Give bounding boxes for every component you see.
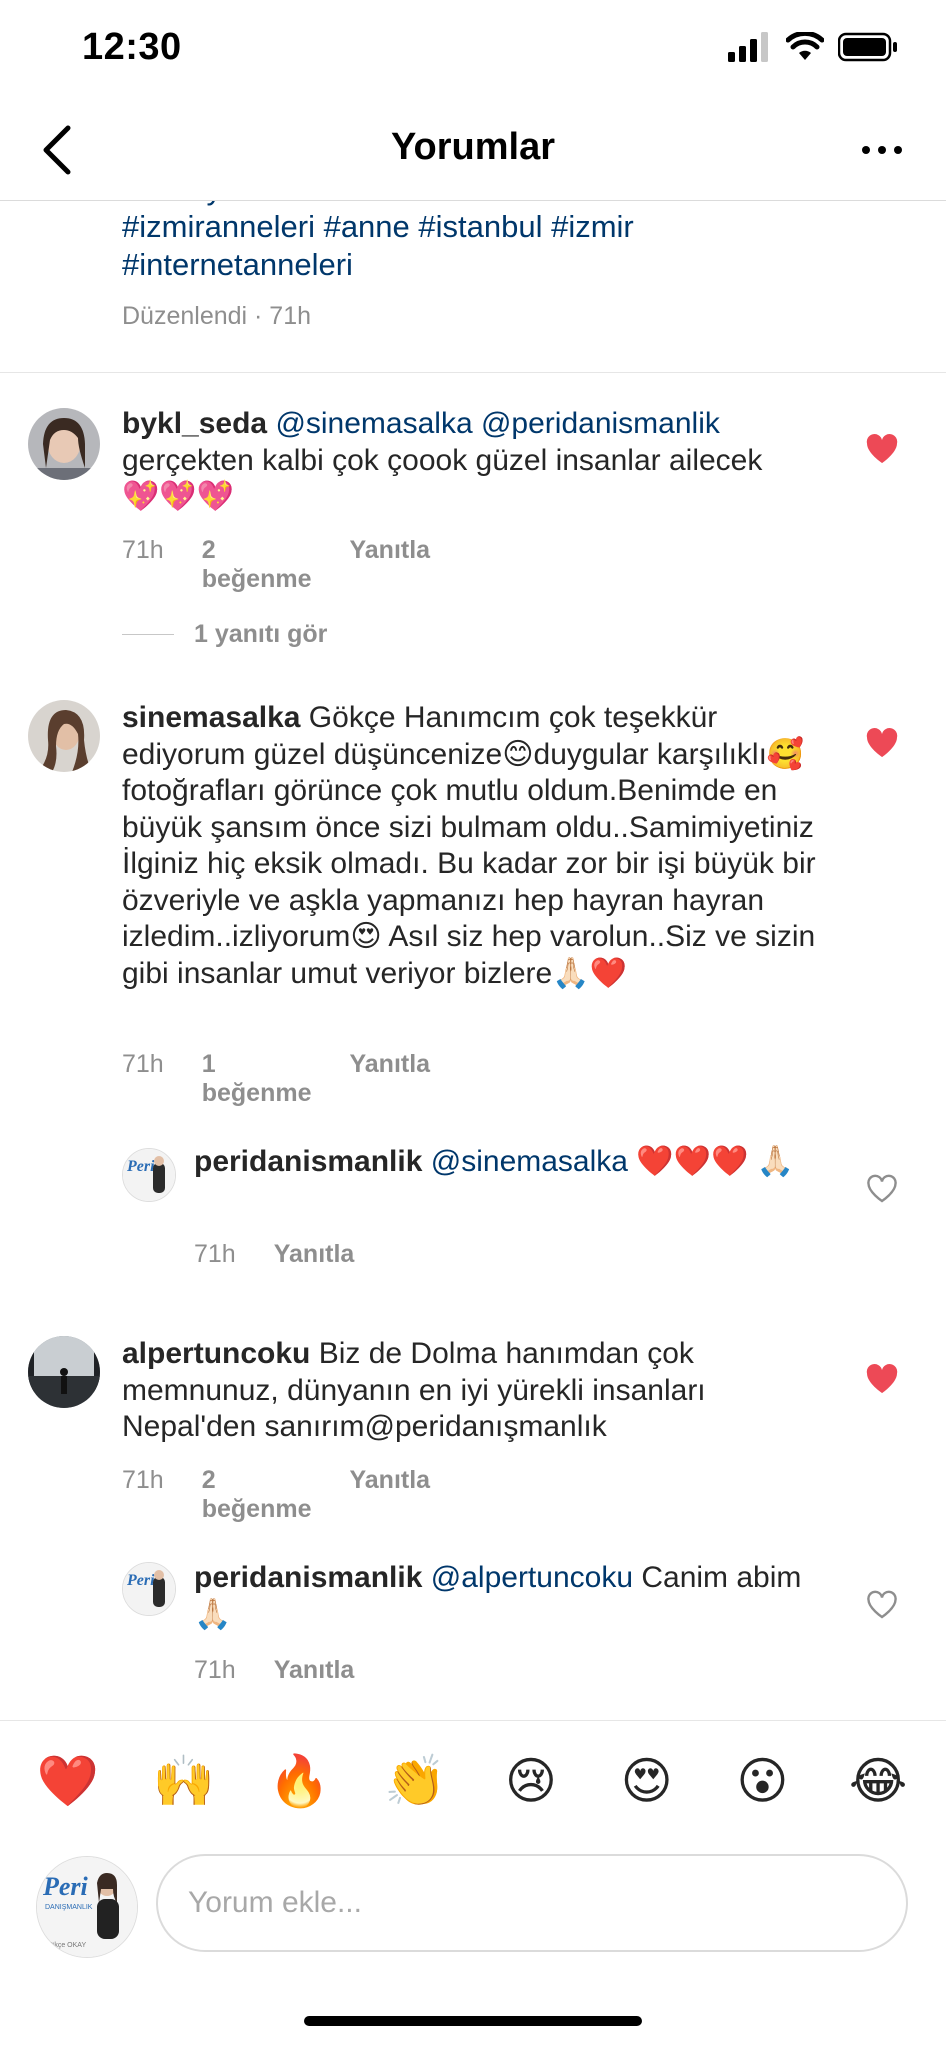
- avatar[interactable]: Peri: [122, 1562, 176, 1616]
- reaction-clap-emoji[interactable]: 👏: [375, 1751, 455, 1811]
- comment-likes[interactable]: 2 beğenme: [202, 1466, 312, 1524]
- comment-text: peridanismanlik @sinemasalka ❤️❤️❤️ 🙏🏻: [194, 1144, 814, 1181]
- comment-meta: 71h Yanıtla: [194, 1240, 354, 1269]
- comment-mentions[interactable]: @sinemasalka @peridanismanlik: [275, 407, 719, 440]
- comment-meta: 71h Yanıtla: [194, 1656, 354, 1685]
- comment-body: gerçekten kalbi çok çoook güzel insanlar…: [122, 443, 763, 514]
- status-bar: 12:30: [0, 0, 946, 100]
- comment-body: ❤️❤️❤️ 🙏🏻: [627, 1145, 795, 1178]
- avatar-name-text: Gökçe OKAY: [45, 1942, 86, 1949]
- more-options-icon[interactable]: [852, 130, 912, 170]
- avatar[interactable]: [28, 1336, 100, 1408]
- reaction-fire-emoji[interactable]: 🔥: [259, 1751, 339, 1811]
- comment-mentions[interactable]: @sinemasalka: [431, 1145, 628, 1178]
- comment-mentions[interactable]: @alpertuncoku: [431, 1561, 633, 1594]
- comment-username[interactable]: alpertuncoku: [122, 1337, 310, 1370]
- heart-filled-icon[interactable]: [866, 1364, 898, 1394]
- heart-filled-icon[interactable]: [866, 434, 898, 464]
- reply-button[interactable]: Yanıtla: [274, 1656, 355, 1685]
- comment-meta: 71h 2 beğenme Yanıtla: [122, 1466, 430, 1524]
- comment-composer: Peri DANIŞMANLIK Gökçe OKAY: [0, 1840, 946, 1990]
- comment-username[interactable]: bykl_seda: [122, 407, 267, 440]
- view-replies-line: [122, 634, 174, 635]
- comment-text: alpertuncoku Biz de Dolma hanımdan çok m…: [122, 1336, 822, 1446]
- comment-time: 71h: [122, 1050, 164, 1078]
- comment-likes[interactable]: 2 beğenme: [202, 536, 312, 594]
- reaction-crying-emoji[interactable]: 😢: [491, 1751, 571, 1811]
- comment-time: 71h: [194, 1240, 236, 1268]
- status-time: 12:30: [82, 26, 182, 68]
- comment-time: 71h: [122, 1466, 164, 1494]
- comment-meta: 71h 2 beğenme Yanıtla: [122, 536, 430, 594]
- comment-likes[interactable]: 1 beğenme: [202, 1050, 312, 1108]
- home-indicator: [304, 2016, 642, 2026]
- comment-text: sinemasalka Gökçe Hanımcım çok teşekkür …: [122, 700, 822, 992]
- reaction-heart-emoji[interactable]: ❤️: [28, 1751, 108, 1811]
- svg-text:Peri: Peri: [126, 1572, 155, 1589]
- page-title: Yorumlar: [390, 126, 555, 168]
- reaction-heart-eyes-emoji[interactable]: 😍: [607, 1751, 687, 1811]
- header: Yorumlar: [0, 100, 946, 201]
- avatar[interactable]: [28, 700, 100, 772]
- quick-reactions-bar: ❤️ 🙌 🔥 👏 😢 😍 😮 😂: [0, 1720, 946, 1840]
- avatar[interactable]: Peri: [122, 1148, 176, 1202]
- comment-username[interactable]: peridanismanlik: [194, 1561, 422, 1594]
- comment-time: 71h: [194, 1656, 236, 1684]
- avatar-brand-text: Peri: [42, 1872, 89, 1901]
- current-user-avatar[interactable]: Peri DANIŞMANLIK Gökçe OKAY: [36, 1856, 138, 1958]
- reaction-raised-hands-emoji[interactable]: 🙌: [144, 1751, 224, 1811]
- caption-hashtags[interactable]: #izmiranneleri #anne #istanbul #izmir: [122, 208, 902, 246]
- divider: [0, 372, 946, 373]
- reaction-laughing-emoji[interactable]: 😂: [838, 1751, 918, 1811]
- view-replies-button[interactable]: 1 yanıtı gör: [122, 620, 327, 649]
- comment-username[interactable]: peridanismanlik: [194, 1145, 422, 1178]
- comment-text: peridanismanlik @alpertuncoku Canim abim…: [194, 1560, 814, 1633]
- caption-meta: Düzenlendi · 71h: [122, 302, 312, 330]
- comment-input[interactable]: [156, 1854, 908, 1952]
- wifi-icon: [786, 32, 824, 60]
- status-icons: [728, 32, 898, 62]
- reply-button[interactable]: Yanıtla: [274, 1240, 355, 1269]
- heart-outline-icon[interactable]: [866, 1590, 898, 1620]
- signal-icon: [728, 32, 768, 62]
- avatar-sub-text: DANIŞMANLIK: [45, 1904, 93, 1911]
- comment-username[interactable]: sinemasalka: [122, 701, 300, 734]
- comment-body: Gökçe Hanımcım çok teşekkür ediyorum güz…: [122, 701, 816, 990]
- battery-icon: [838, 32, 897, 62]
- comment-time: 71h: [122, 536, 164, 564]
- reaction-surprised-emoji[interactable]: 😮: [722, 1751, 802, 1811]
- reply-button[interactable]: Yanıtla: [349, 536, 430, 594]
- reply-button[interactable]: Yanıtla: [349, 1466, 430, 1524]
- heart-filled-icon[interactable]: [866, 728, 898, 758]
- comment-meta: 71h 1 beğenme Yanıtla: [122, 1050, 430, 1108]
- view-replies-label[interactable]: 1 yanıtı gör: [194, 620, 327, 649]
- comment-text: bykl_seda @sinemasalka @peridanismanlik …: [122, 406, 782, 516]
- avatar[interactable]: [28, 408, 100, 480]
- heart-outline-icon[interactable]: [866, 1174, 898, 1204]
- svg-text:Peri: Peri: [126, 1158, 155, 1175]
- reply-button[interactable]: Yanıtla: [349, 1050, 430, 1108]
- caption-hashtags-2[interactable]: #internetanneleri: [122, 246, 902, 284]
